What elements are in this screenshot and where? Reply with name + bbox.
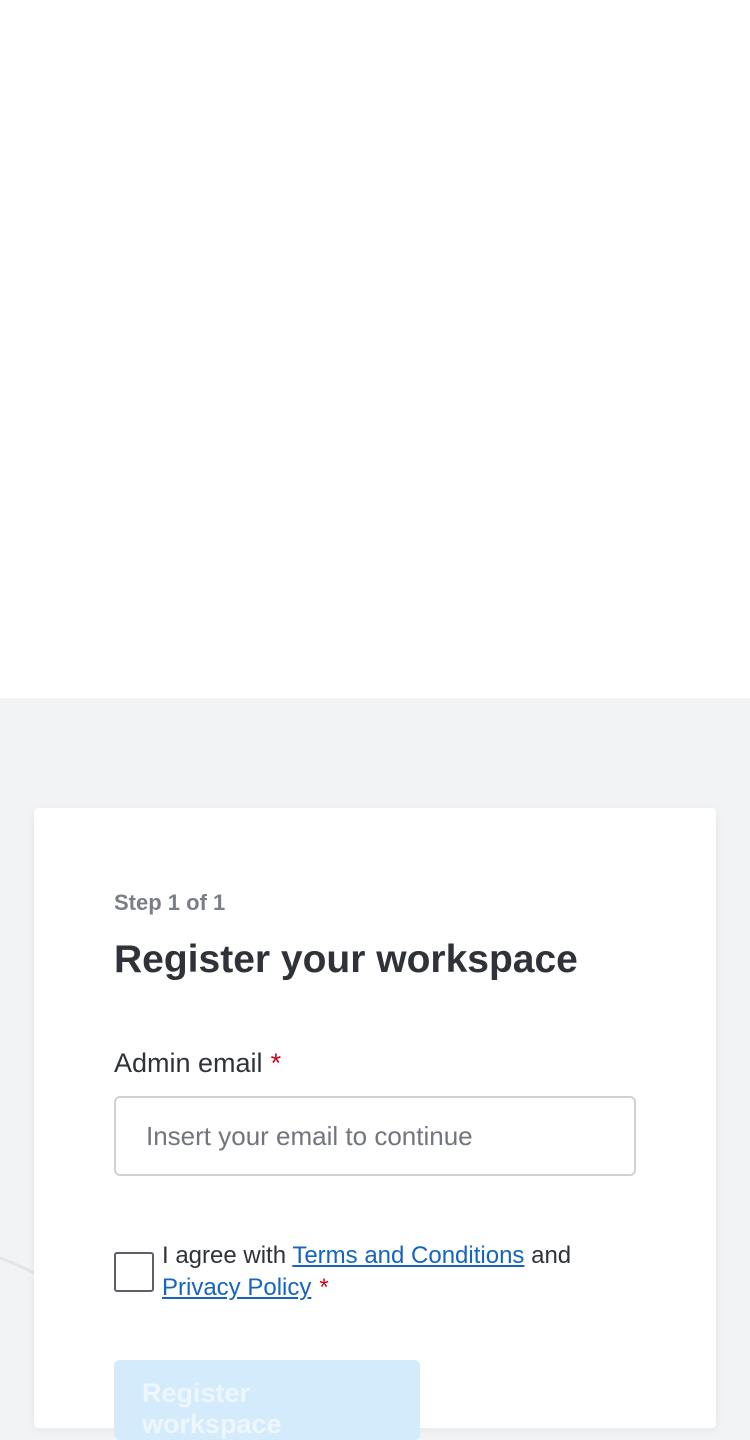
terms-link[interactable]: Terms and Conditions xyxy=(292,1242,524,1269)
agree-and: and xyxy=(524,1242,572,1269)
top-blank-area xyxy=(0,0,750,698)
page-title: Register your workspace xyxy=(114,938,578,981)
required-mark: * xyxy=(319,1274,329,1301)
privacy-link[interactable]: Privacy Policy xyxy=(162,1274,311,1301)
register-workspace-button[interactable]: Register workspace xyxy=(114,1360,420,1440)
admin-email-input[interactable] xyxy=(114,1096,636,1176)
registration-card: Step 1 of 1 Register your workspace Admi… xyxy=(34,808,716,1440)
step-indicator: Step 1 of 1 xyxy=(114,890,226,915)
required-mark: * xyxy=(270,1048,282,1078)
terms-checkbox[interactable] xyxy=(114,1252,154,1292)
email-label: Admin email * xyxy=(114,1048,281,1079)
terms-agreement-text: I agree with Terms and Conditions and Pri… xyxy=(162,1240,632,1304)
email-label-text: Admin email xyxy=(114,1048,263,1078)
agree-prefix: I agree with xyxy=(162,1242,293,1269)
